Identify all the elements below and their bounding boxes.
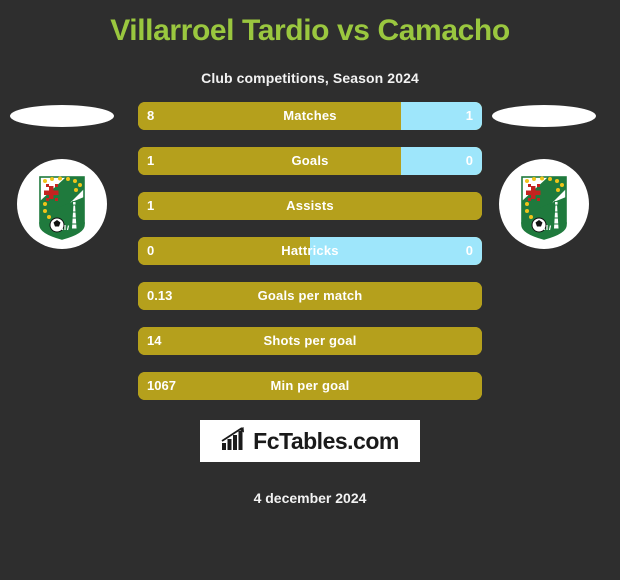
footer: FcTables.com 4 december 2024 — [0, 412, 620, 506]
stat-value-away: 0 — [465, 243, 473, 258]
fctables-logo[interactable]: FcTables.com — [200, 420, 420, 462]
bar-chart-icon — [221, 426, 247, 456]
stat-row: 1 Assists — [138, 192, 482, 220]
stat-value-away: 1 — [465, 108, 473, 123]
stat-label: Goals — [291, 153, 329, 168]
stat-rows: 8 Matches 1 1 Goals 0 1 Assists 0 Hattricks 0 0.13 G… — [138, 102, 482, 417]
home-club-crest-icon — [17, 159, 107, 249]
home-badge-column — [5, 102, 133, 402]
stat-row: 0.13 Goals per match — [138, 282, 482, 310]
stat-label: Matches — [283, 108, 337, 123]
stat-row: 1 Goals 0 — [138, 147, 482, 175]
stat-label: Shots per goal — [263, 333, 357, 348]
stat-label: Min per goal — [270, 378, 350, 393]
away-club-crest-icon — [499, 159, 589, 249]
stat-row: 1067 Min per goal — [138, 372, 482, 400]
stat-row: 14 Shots per goal — [138, 327, 482, 355]
page-title: Villarroel Tardio vs Camacho — [110, 14, 510, 47]
stat-label: Goals per match — [257, 288, 363, 303]
comparison-section: 8 Matches 1 1 Goals 0 1 Assists 0 Hattricks 0 0.13 G… — [0, 102, 620, 412]
header: Villarroel Tardio vs Camacho Club compet… — [0, 0, 620, 86]
stat-row: 8 Matches 1 — [138, 102, 482, 130]
fctables-logo-text: FcTables.com — [253, 427, 399, 454]
stat-value-away: 0 — [465, 153, 473, 168]
away-player-avatar — [492, 105, 596, 127]
away-badge-column — [487, 102, 615, 402]
footer-date: 4 december 2024 — [253, 490, 367, 506]
stat-row: 0 Hattricks 0 — [138, 237, 482, 265]
stat-label: Assists — [286, 198, 334, 213]
home-player-avatar — [10, 105, 114, 127]
stat-label: Hattricks — [281, 243, 339, 258]
page-subtitle: Club competitions, Season 2024 — [201, 70, 419, 86]
